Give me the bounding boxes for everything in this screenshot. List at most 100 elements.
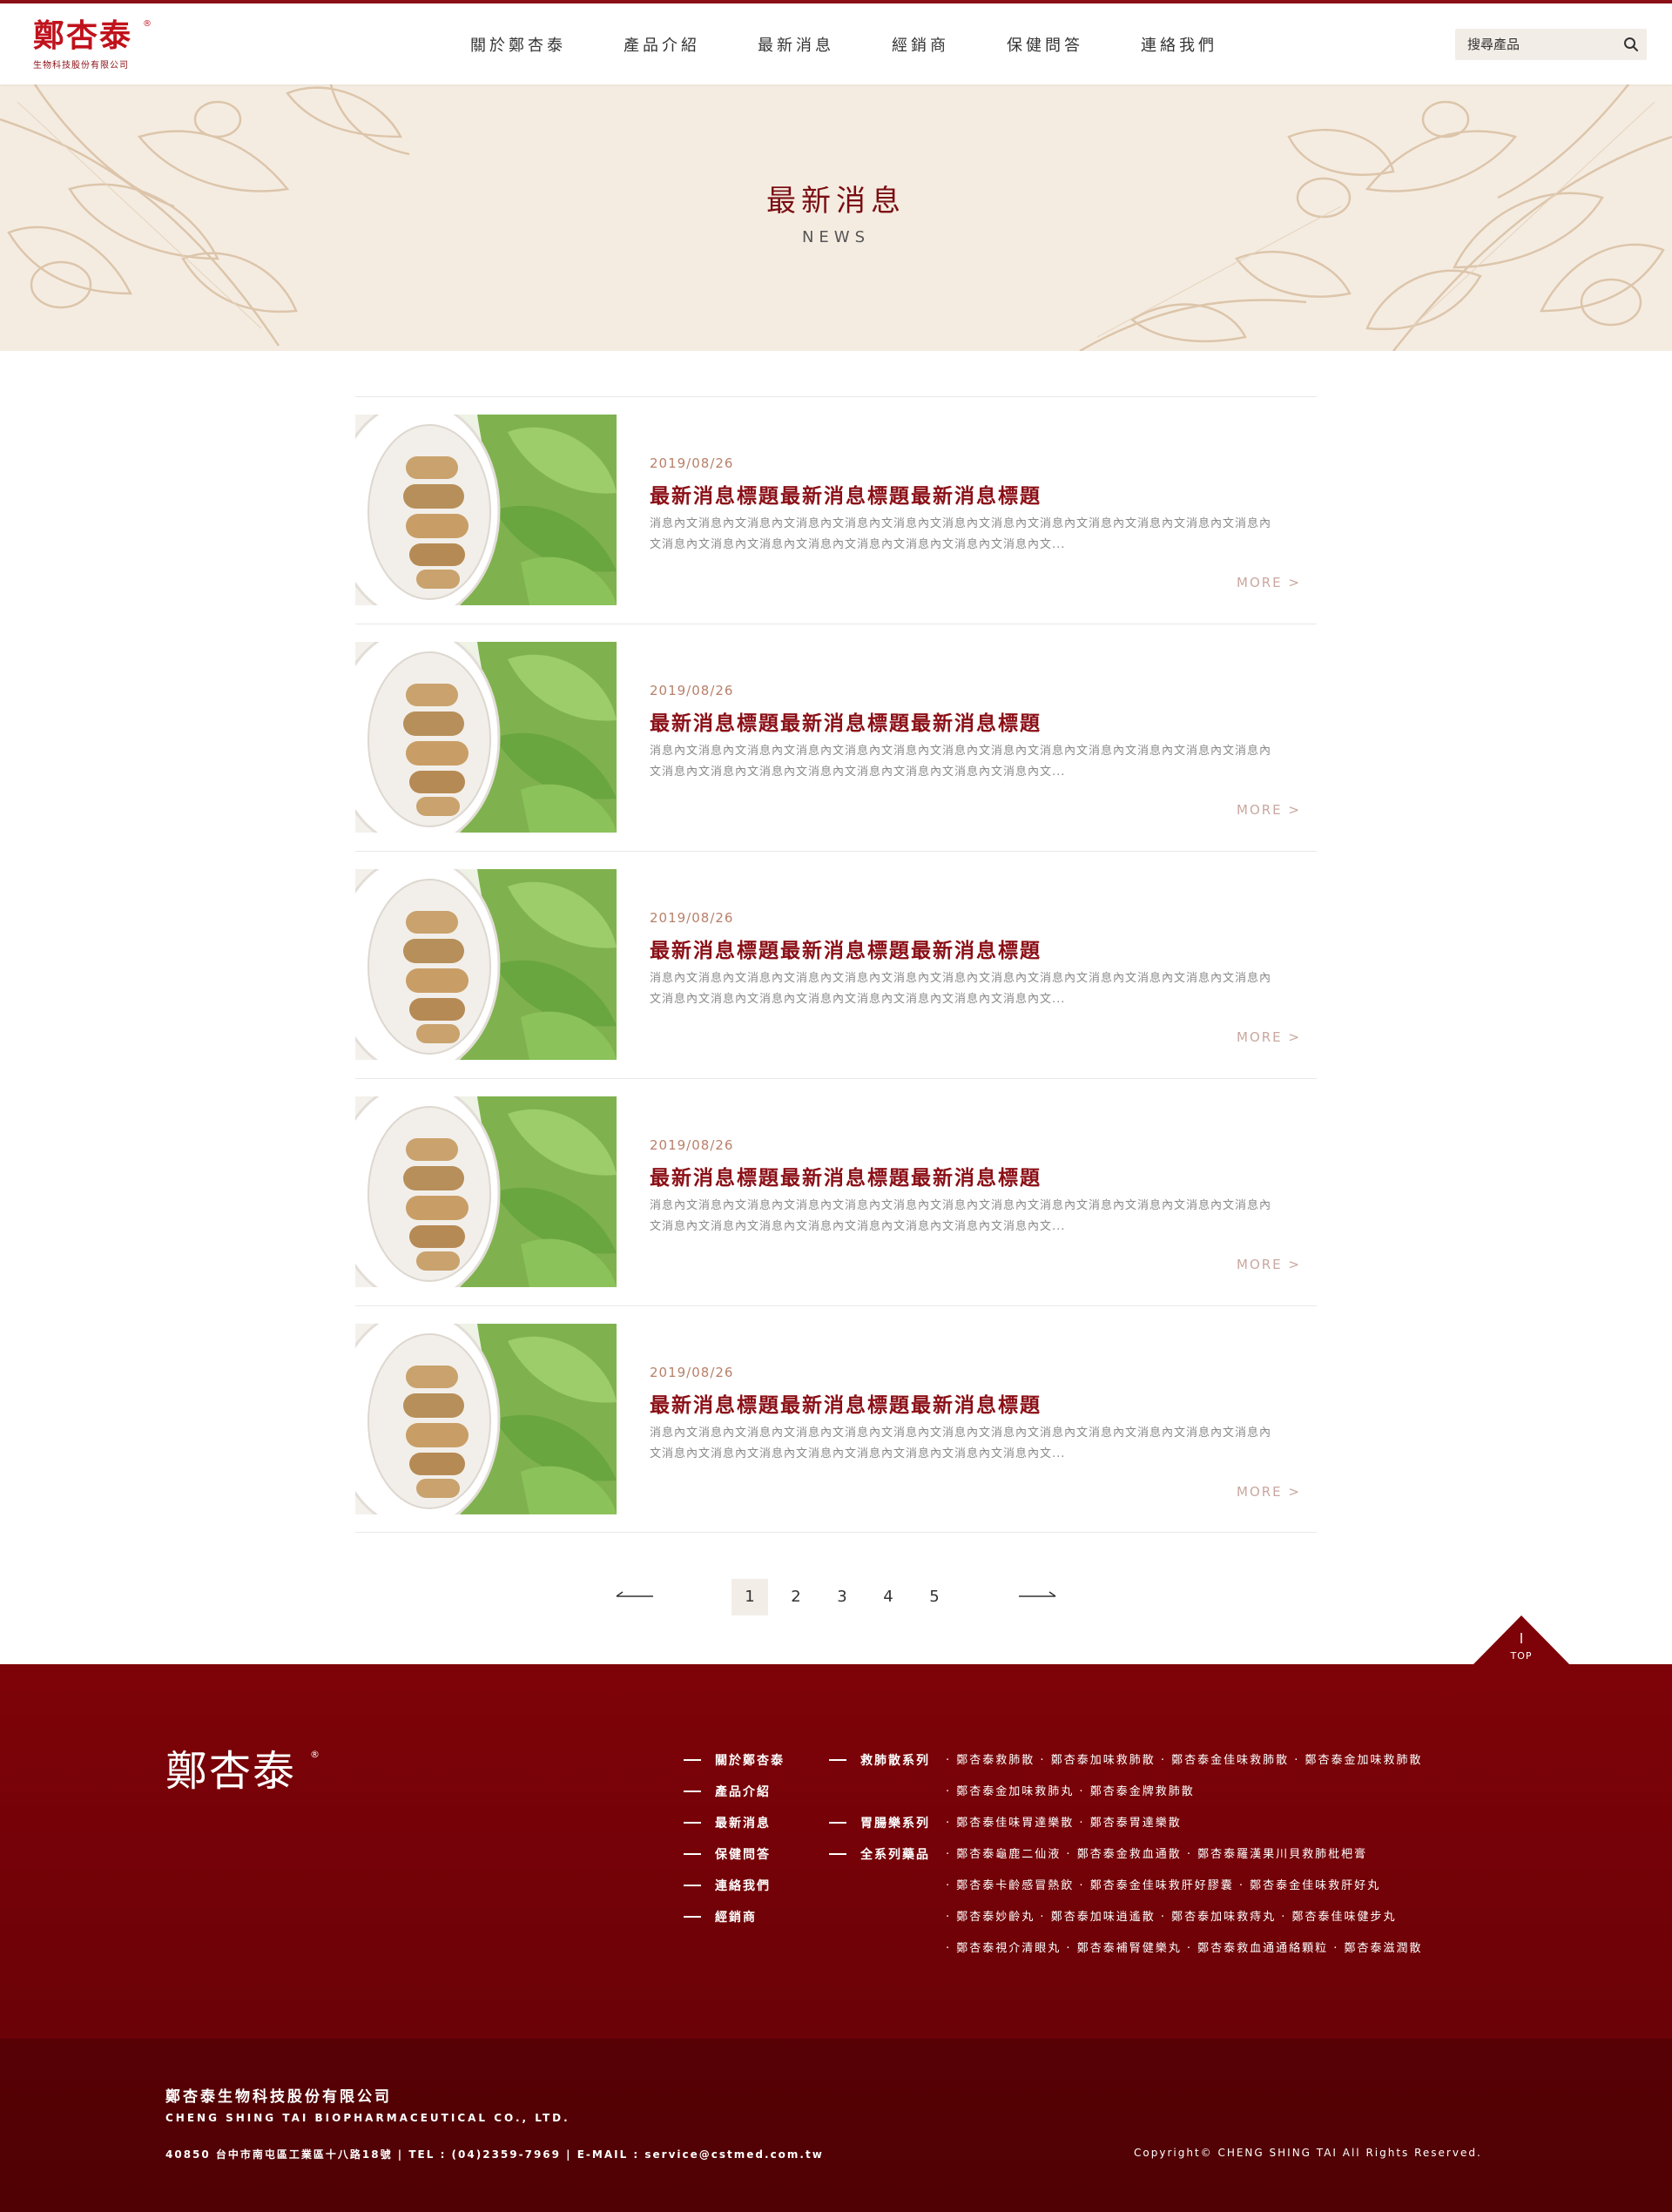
more-link[interactable]: MORE > xyxy=(1237,1257,1301,1272)
news-date: 2019/08/26 xyxy=(650,1137,734,1153)
search-icon[interactable] xyxy=(1622,36,1640,53)
footer-logo-registered-mark: ® xyxy=(310,1749,320,1760)
footer-nav-news[interactable]: 最新消息 xyxy=(684,1814,785,1845)
news-excerpt: 消息內文消息內文消息內文消息內文消息內文消息內文消息內文消息內文消息內文消息內文… xyxy=(650,517,1272,551)
news-title[interactable]: 最新消息標題最新消息標題最新消息標題 xyxy=(650,479,1042,509)
news-thumbnail[interactable] xyxy=(355,642,617,833)
next-page-arrow-icon[interactable] xyxy=(1019,1589,1057,1603)
company-name-en: CHENG SHING TAI BIOPHARMACEUTICAL CO., L… xyxy=(165,2112,570,2124)
news-thumbnail[interactable] xyxy=(355,1324,617,1514)
logo-text: 鄭杏泰 xyxy=(33,17,133,54)
page-4-button[interactable]: 4 xyxy=(870,1579,907,1615)
nav-health-qa[interactable]: 保健問答 xyxy=(1007,33,1083,56)
news-thumbnail[interactable] xyxy=(355,415,617,605)
product-link[interactable]: 鄭杏泰金佳味救肺散 xyxy=(1171,1754,1289,1767)
page-title: 最新消息 xyxy=(766,184,906,219)
page-5-button[interactable]: 5 xyxy=(916,1579,953,1615)
footer-product-row: · 鄭杏泰救肺散 · 鄭杏泰加味救肺散 · 鄭杏泰金佳味救肺散 · 鄭杏泰金加味… xyxy=(946,1754,1423,1767)
news-date: 2019/08/26 xyxy=(650,910,734,926)
footer-series-all[interactable]: 全系列藥品 xyxy=(829,1845,930,1863)
product-link[interactable]: 鄭杏泰妙齡丸 xyxy=(956,1911,1035,1924)
page-1-button[interactable]: 1 xyxy=(732,1579,768,1615)
product-link[interactable]: 鄭杏泰滋潤散 xyxy=(1345,1942,1423,1955)
news-date: 2019/08/26 xyxy=(650,1365,734,1380)
company-contact-info: 40850 台中市南屯區工業區十八路18號 | TEL : (04)2359-7… xyxy=(165,2148,824,2161)
news-item[interactable]: 2019/08/26 最新消息標題最新消息標題最新消息標題 消息內文消息內文消息… xyxy=(355,851,1317,1078)
more-link[interactable]: MORE > xyxy=(1237,1484,1301,1500)
site-header: 鄭杏泰 ® 生物科技股份有限公司 關於鄭杏泰 產品介紹 最新消息 經銷商 保健問… xyxy=(0,0,1672,84)
nav-dealers[interactable]: 經銷商 xyxy=(892,33,949,56)
more-link[interactable]: MORE > xyxy=(1237,575,1301,590)
footer-bottom-bar: 鄭杏泰生物科技股份有限公司 CHENG SHING TAI BIOPHARMAC… xyxy=(0,2039,1672,2212)
product-link[interactable]: 鄭杏泰金牌救肺散 xyxy=(1090,1785,1195,1798)
copyright: Copyright© CHENG SHING TAI All Rights Re… xyxy=(1134,2147,1482,2159)
footer-nav-health-qa[interactable]: 保健問答 xyxy=(684,1845,785,1877)
more-link[interactable]: MORE > xyxy=(1237,802,1301,818)
site-logo[interactable]: 鄭杏泰 ® 生物科技股份有限公司 xyxy=(33,17,155,78)
news-title[interactable]: 最新消息標題最新消息標題最新消息標題 xyxy=(650,934,1042,963)
footer-nav: 關於鄭杏泰 產品介紹 最新消息 保健問答 連絡我們 經銷商 xyxy=(684,1751,785,1939)
footer-nav-about[interactable]: 關於鄭杏泰 xyxy=(684,1751,785,1783)
product-link[interactable]: 鄭杏泰救血通通絡顆粒 xyxy=(1197,1942,1328,1955)
product-link[interactable]: 鄭杏泰龜鹿二仙液 xyxy=(956,1848,1061,1861)
product-link[interactable]: 鄭杏泰金加味救肺散 xyxy=(1305,1754,1423,1767)
logo-subtitle: 生物科技股份有限公司 xyxy=(33,61,129,71)
page-subtitle: NEWS xyxy=(801,228,871,246)
prev-page-arrow-icon[interactable] xyxy=(615,1589,653,1603)
product-link[interactable]: 鄭杏泰金救血通散 xyxy=(1077,1848,1182,1861)
footer-logo[interactable]: 鄭杏泰 ® xyxy=(165,1747,322,1799)
product-link[interactable]: 鄭杏泰加味逍遙散 xyxy=(1051,1911,1156,1924)
product-link[interactable]: 鄭杏泰救肺散 xyxy=(956,1754,1035,1767)
news-item[interactable]: 2019/08/26 最新消息標題最新消息標題最新消息標題 消息內文消息內文消息… xyxy=(355,1305,1317,1533)
back-to-top-button[interactable]: TOP xyxy=(1470,1614,1573,1666)
product-link[interactable]: 鄭杏泰羅漢果川貝救肺枇杷膏 xyxy=(1197,1848,1367,1861)
news-excerpt: 消息內文消息內文消息內文消息內文消息內文消息內文消息內文消息內文消息內文消息內文… xyxy=(650,972,1272,1006)
news-list: 2019/08/26 最新消息標題最新消息標題最新消息標題 消息內文消息內文消息… xyxy=(355,396,1317,1533)
news-date: 2019/08/26 xyxy=(650,683,734,698)
news-title[interactable]: 最新消息標題最新消息標題最新消息標題 xyxy=(650,706,1042,736)
news-item[interactable]: 2019/08/26 最新消息標題最新消息標題最新消息標題 消息內文消息內文消息… xyxy=(355,1078,1317,1305)
product-link[interactable]: 鄭杏泰補腎健樂丸 xyxy=(1077,1942,1182,1955)
footer-series-lung[interactable]: 救肺散系列 xyxy=(829,1751,930,1769)
search-box xyxy=(1455,29,1647,60)
product-link[interactable]: 鄭杏泰佳味胃達樂散 xyxy=(956,1817,1074,1830)
search-input[interactable] xyxy=(1455,29,1615,60)
product-link[interactable]: 鄭杏泰卡齡感冒熱飲 xyxy=(956,1879,1074,1892)
product-link[interactable]: 鄭杏泰加味救痔丸 xyxy=(1171,1911,1276,1924)
product-link[interactable]: 鄭杏泰金佳味救肝好膠囊 xyxy=(1090,1879,1234,1892)
news-item[interactable]: 2019/08/26 最新消息標題最新消息標題最新消息標題 消息內文消息內文消息… xyxy=(355,396,1317,624)
news-item[interactable]: 2019/08/26 最新消息標題最新消息標題最新消息標題 消息內文消息內文消息… xyxy=(355,624,1317,851)
nav-contact[interactable]: 連絡我們 xyxy=(1141,33,1217,56)
news-title[interactable]: 最新消息標題最新消息標題最新消息標題 xyxy=(650,1388,1042,1418)
news-title[interactable]: 最新消息標題最新消息標題最新消息標題 xyxy=(650,1161,1042,1190)
back-to-top-label: TOP xyxy=(1510,1650,1533,1662)
news-thumbnail[interactable] xyxy=(355,1096,617,1287)
logo-registered-mark: ® xyxy=(143,19,152,29)
footer-product-row: · 鄭杏泰妙齡丸 · 鄭杏泰加味逍遙散 · 鄭杏泰加味救痔丸 · 鄭杏泰佳味健步… xyxy=(946,1911,1397,1924)
main-nav: 關於鄭杏泰 產品介紹 最新消息 經銷商 保健問答 連絡我們 xyxy=(435,3,1246,84)
product-link[interactable]: 鄭杏泰加味救肺散 xyxy=(1051,1754,1156,1767)
more-link[interactable]: MORE > xyxy=(1237,1029,1301,1045)
nav-about[interactable]: 關於鄭杏泰 xyxy=(470,33,566,56)
footer-product-row: · 鄭杏泰龜鹿二仙液 · 鄭杏泰金救血通散 · 鄭杏泰羅漢果川貝救肺枇杷膏 xyxy=(946,1848,1368,1861)
page-2-button[interactable]: 2 xyxy=(778,1579,814,1615)
product-link[interactable]: 鄭杏泰金加味救肺丸 xyxy=(956,1785,1074,1798)
news-excerpt: 消息內文消息內文消息內文消息內文消息內文消息內文消息內文消息內文消息內文消息內文… xyxy=(650,1426,1272,1460)
footer-series-stomach[interactable]: 胃腸樂系列 xyxy=(829,1814,930,1831)
nav-products[interactable]: 產品介紹 xyxy=(624,33,700,56)
footer-nav-contact[interactable]: 連絡我們 xyxy=(684,1877,785,1908)
footer-nav-dealers[interactable]: 經銷商 xyxy=(684,1908,785,1939)
page-banner: 最新消息 NEWS xyxy=(0,84,1672,351)
product-link[interactable]: 鄭杏泰金佳味救肝好丸 xyxy=(1250,1879,1380,1892)
product-link[interactable]: 鄭杏泰佳味健步丸 xyxy=(1292,1911,1397,1924)
product-link[interactable]: 鄭杏泰視介清眼丸 xyxy=(956,1942,1061,1955)
news-date: 2019/08/26 xyxy=(650,455,734,471)
news-thumbnail[interactable] xyxy=(355,869,617,1060)
nav-news[interactable]: 最新消息 xyxy=(758,33,834,56)
news-excerpt: 消息內文消息內文消息內文消息內文消息內文消息內文消息內文消息內文消息內文消息內文… xyxy=(650,745,1272,779)
pagination: 1 2 3 4 5 xyxy=(0,1579,1672,1615)
footer-nav-products[interactable]: 產品介紹 xyxy=(684,1783,785,1814)
page-3-button[interactable]: 3 xyxy=(824,1579,860,1615)
product-link[interactable]: 鄭杏泰胃達樂散 xyxy=(1090,1817,1182,1830)
news-excerpt: 消息內文消息內文消息內文消息內文消息內文消息內文消息內文消息內文消息內文消息內文… xyxy=(650,1199,1272,1233)
